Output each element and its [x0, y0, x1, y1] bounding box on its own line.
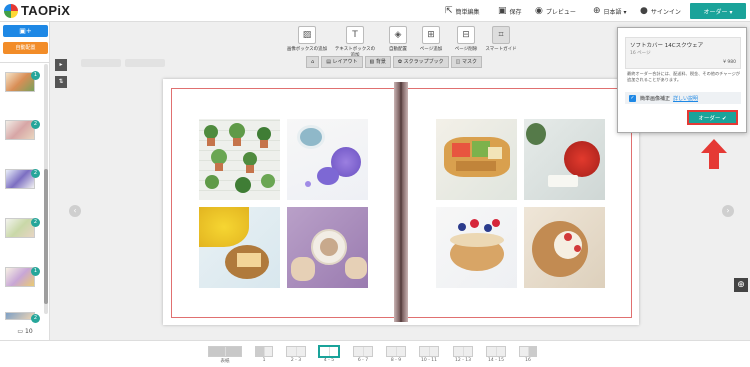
usage-badge: 2	[31, 218, 40, 227]
add-text-box-tool[interactable]: T テキストボックスの追加	[333, 26, 377, 58]
save-link[interactable]: ▣ 保存	[498, 0, 522, 22]
photo-frame[interactable]	[524, 207, 605, 288]
page-label: 1	[262, 358, 266, 363]
usage-badge: 2	[31, 169, 40, 178]
tool-label: 画像ボックスの追加	[286, 47, 328, 52]
page-thumb-cover[interactable]: 表紙	[208, 346, 242, 364]
usage-badge: 2	[31, 120, 40, 129]
tab-background[interactable]: ▧ 背景	[364, 56, 391, 68]
tab-mask[interactable]: ◫ マスク	[450, 56, 482, 68]
next-page-arrow[interactable]: ›	[722, 205, 734, 217]
page-label: 8 - 9	[390, 358, 402, 363]
sidebar-scroll-thumb[interactable]	[44, 169, 48, 304]
photo-frame[interactable]	[436, 119, 517, 200]
page-label: 16	[525, 358, 531, 363]
order-dropdown-button[interactable]: オーダー ▾	[690, 3, 746, 19]
photo-frame[interactable]	[436, 207, 517, 288]
design-tabs: ⌂ ▤ レイアウト ▧ 背景 ✿ スクラップブック ◫ マスク	[306, 56, 484, 68]
language-label: 日本語 ▾	[603, 8, 627, 16]
add-image-box-tool[interactable]: ▨ 画像ボックスの追加	[285, 26, 329, 52]
usage-badge: 1	[31, 267, 40, 276]
logo-mark-icon	[4, 3, 18, 18]
page-thumb[interactable]: 1	[255, 346, 273, 363]
page-label: 10 - 11	[421, 358, 437, 363]
top-bar: TAOPiX ⇱ 簡単編集 ▣ 保存 ◉ プレビュー ⊕ 日本語 ▾ ● サイン…	[0, 0, 750, 22]
page-thumb[interactable]: 6 - 7	[353, 346, 373, 363]
page-thumb[interactable]: 14 - 15	[486, 346, 506, 363]
sort-button[interactable]: ⇅	[55, 76, 67, 88]
disabled-control	[125, 59, 165, 67]
sign-in-label: サインイン	[650, 8, 681, 16]
photo-frame[interactable]	[199, 119, 280, 200]
photo-list	[0, 62, 50, 332]
preview-label: プレビュー	[545, 8, 576, 16]
usage-badge: 1	[31, 71, 40, 80]
page-thumb[interactable]: 16	[519, 346, 537, 363]
product-pages: 16 ページ	[630, 51, 651, 56]
arrow-up-icon	[701, 139, 727, 169]
logo-text: TAOPiX	[21, 3, 71, 18]
auto-fill-button[interactable]: 自動配置	[3, 42, 48, 54]
eye-icon: ◉	[535, 6, 543, 16]
book-spine	[394, 82, 408, 322]
smart-guide-tool[interactable]: ⌗ スマートガイド	[479, 26, 523, 52]
photo-frame[interactable]	[199, 207, 280, 288]
checkbox-checked-icon[interactable]: ✓	[629, 94, 636, 102]
auto-correction-option[interactable]: ✓ 簡単画像補正 詳しい説明	[625, 92, 741, 104]
page-label: 4 - 5	[323, 358, 335, 363]
easy-edit-label: 簡単編集	[455, 8, 480, 16]
page-label: 6 - 7	[357, 358, 369, 363]
expand-panel-button[interactable]: ▸	[55, 59, 67, 71]
save-icon: ▣	[498, 6, 507, 16]
zoom-icon[interactable]: ⊕	[734, 278, 748, 292]
order-button[interactable]: オーダー ✔	[687, 110, 738, 125]
sidebar-scrollbar[interactable]	[44, 64, 48, 314]
page-label: 12 - 13	[455, 358, 471, 363]
smart-guide-icon: ⌗	[492, 26, 510, 44]
easy-edit-link[interactable]: ⇱ 簡単編集	[445, 0, 480, 22]
auto-layout-icon: ◈	[389, 26, 407, 44]
page-label: 2 - 3	[290, 358, 302, 363]
product-price: ¥ 980	[723, 60, 736, 65]
photo-sidebar: ▣+ 自動配置 1 2 2 2 1 2 ▭ 10	[0, 22, 50, 340]
page-thumb[interactable]: 8 - 9	[386, 346, 406, 363]
checkbox-label: 簡単画像補正	[640, 95, 671, 102]
page-thumb[interactable]: 12 - 13	[453, 346, 473, 363]
page-thumb[interactable]: 2 - 3	[286, 346, 306, 363]
page-label: 表紙	[220, 359, 230, 364]
product-summary: ソフトカバー 14Cスクウェア 16 ページ ¥ 980	[625, 37, 741, 69]
photo-count-value: 10	[25, 327, 33, 335]
photo-frame[interactable]	[524, 119, 605, 200]
page-label: 14 - 15	[488, 358, 504, 363]
tab-home[interactable]: ⌂	[306, 56, 320, 68]
globe-icon: ⊕	[593, 6, 601, 16]
save-label: 保存	[509, 8, 522, 16]
product-name: ソフトカバー 14Cスクウェア	[630, 43, 704, 49]
tab-layout[interactable]: ▤ レイアウト	[321, 56, 363, 68]
page-thumb-active[interactable]: 4 - 5	[318, 345, 340, 363]
page-thumb[interactable]: 10 - 11	[419, 346, 439, 363]
language-selector[interactable]: ⊕ 日本語 ▾	[593, 0, 626, 22]
disabled-control	[81, 59, 121, 67]
share-icon: ⇱	[445, 6, 453, 16]
page-delete-icon: ⊟	[457, 26, 475, 44]
preview-link[interactable]: ◉ プレビュー	[535, 0, 576, 22]
photo-count: ▭ 10	[0, 322, 50, 340]
order-note: 最終オーダー合計には、配送料、税金、その他のチャージが追加されることがあります。	[627, 71, 740, 82]
page-strip: 表紙 1 2 - 3 4 - 5 6 - 7 8 - 9 10 - 11 12 …	[0, 340, 750, 367]
tool-label: スマートガイド	[485, 47, 517, 52]
logo[interactable]: TAOPiX	[4, 3, 70, 18]
user-icon: ●	[640, 6, 648, 16]
tab-scrapbook[interactable]: ✿ スクラップブック	[392, 56, 449, 68]
sign-in-link[interactable]: ● サインイン	[640, 0, 681, 22]
prev-page-arrow[interactable]: ‹	[69, 205, 81, 217]
photo-frame[interactable]	[287, 119, 368, 200]
text-add-icon: T	[346, 26, 364, 44]
image-add-icon: ▨	[298, 26, 316, 44]
photo-frame[interactable]	[287, 207, 368, 288]
page-add-icon: ⊞	[422, 26, 440, 44]
details-link[interactable]: 詳しい説明	[673, 95, 698, 102]
add-photos-button[interactable]: ▣+	[3, 25, 48, 37]
photos-icon: ▭	[17, 327, 24, 335]
